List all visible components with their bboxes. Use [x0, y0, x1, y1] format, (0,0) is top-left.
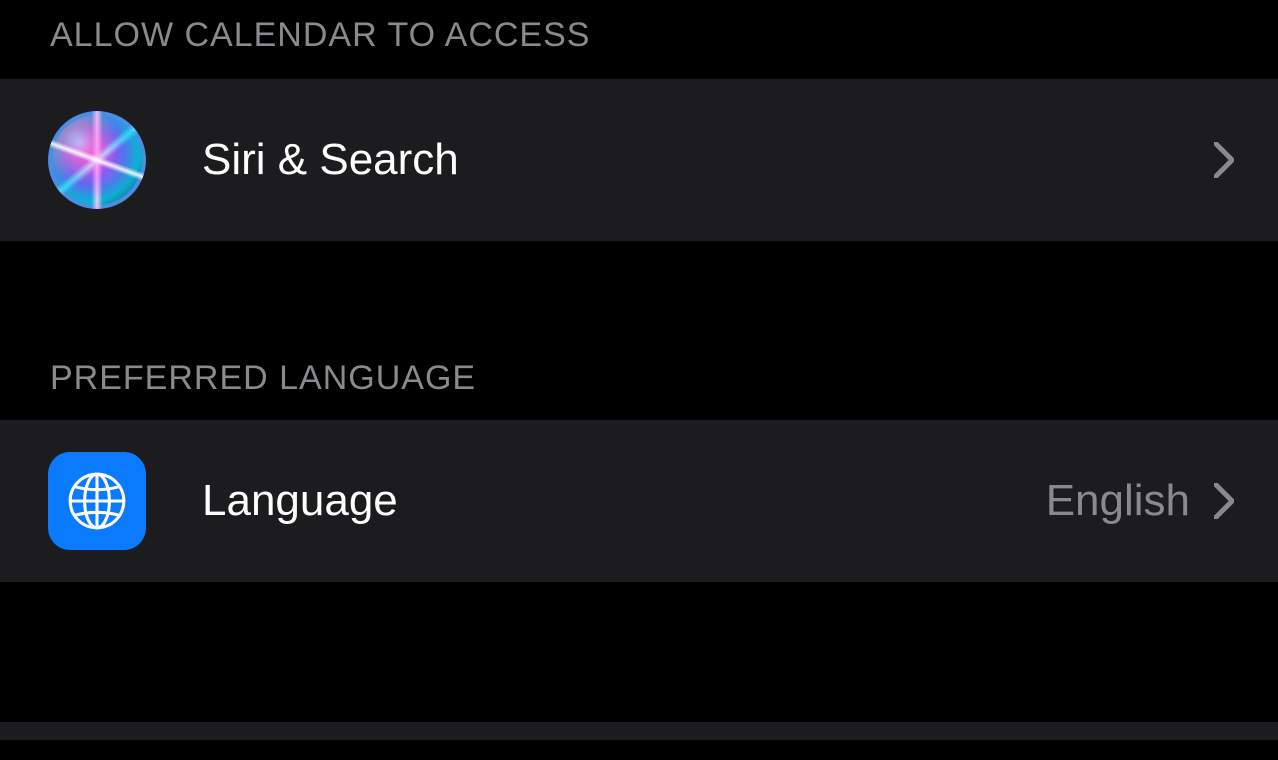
section-spacer-bottom [0, 582, 1278, 722]
row-siri-search[interactable]: Siri & Search [0, 79, 1278, 241]
section-header-access: ALLOW CALENDAR TO ACCESS [0, 0, 1278, 79]
chevron-right-icon [1214, 483, 1234, 519]
chevron-right-icon [1214, 142, 1234, 178]
bottom-bar-partial [0, 722, 1278, 740]
siri-icon [48, 111, 146, 209]
row-label-language: Language [202, 476, 1046, 526]
row-value-language: English [1046, 476, 1190, 526]
section-spacer [0, 241, 1278, 359]
globe-icon [48, 452, 146, 550]
section-header-language: PREFERRED LANGUAGE [0, 359, 1278, 420]
row-language[interactable]: Language English [0, 420, 1278, 582]
row-label-siri-search: Siri & Search [202, 135, 1214, 185]
